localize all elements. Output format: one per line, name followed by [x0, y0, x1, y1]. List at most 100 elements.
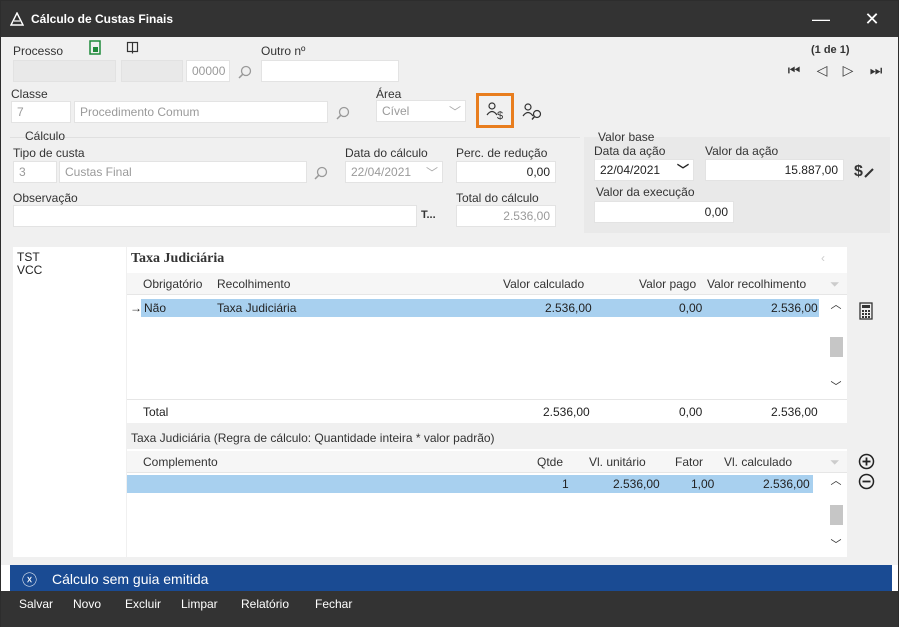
observacao-label: Observação	[13, 191, 78, 205]
data-calculo-label: Data do cálculo	[345, 146, 428, 160]
clear-button[interactable]: Limpar	[181, 597, 218, 611]
svg-text:$: $	[854, 163, 863, 180]
outro-input[interactable]	[261, 60, 399, 82]
area-select[interactable]: Cível ﹀	[376, 100, 466, 122]
scroll-down-icon[interactable]: ﹀	[827, 379, 845, 395]
cell-fator[interactable]: 1,00	[691, 477, 714, 491]
perc-reducao-input[interactable]: 0,00	[456, 161, 556, 183]
cell-vl-calculado[interactable]: 2.536,00	[763, 477, 810, 491]
svg-text:$: $	[497, 110, 503, 120]
next-record-icon[interactable]: ▷	[839, 61, 857, 79]
col-obrigatorio[interactable]: Obrigatório	[143, 277, 202, 291]
status-close-icon[interactable]: ⓧ	[22, 569, 37, 590]
window-title: Cálculo de Custas Finais	[31, 12, 174, 26]
new-button[interactable]: Novo	[73, 597, 101, 611]
save-button[interactable]: Salvar	[19, 597, 53, 611]
regra-scrollbar[interactable]: ︿ ﹀	[827, 473, 845, 555]
col-vl-unitario[interactable]: Vl. unitário	[589, 455, 646, 469]
total-recolhimento: 2.536,00	[771, 405, 818, 419]
col-valor-recolhimento[interactable]: Valor recolhimento	[707, 277, 806, 291]
delete-button[interactable]: Excluir	[125, 597, 161, 611]
total-pago: 0,00	[679, 405, 703, 419]
person-search-icon[interactable]	[522, 103, 544, 123]
tipo-name-input[interactable]: Custas Final	[59, 161, 307, 183]
remove-circle-icon[interactable]	[858, 473, 875, 490]
bottom-toolbar: Salvar Novo Excluir Limpar Relatório Fec…	[1, 591, 898, 627]
filter-icon[interactable]: ⏷	[830, 455, 840, 470]
person-money-icon: $	[486, 102, 503, 120]
observacao-input[interactable]	[13, 205, 417, 227]
col-valor-calculado[interactable]: Valor calculado	[503, 277, 584, 291]
classe-search-icon[interactable]	[335, 105, 351, 121]
tipo-code-input[interactable]: 3	[13, 161, 57, 183]
text-editor-button[interactable]: T...	[421, 209, 436, 221]
scroll-up-icon[interactable]: ︿	[827, 297, 845, 313]
main-window: Cálculo de Custas Finais — ✕ Processo Ou…	[0, 0, 899, 627]
cell-valor-pago[interactable]: 0,00	[679, 301, 702, 315]
add-circle-icon[interactable]	[858, 453, 875, 470]
processo-field-3[interactable]: 00000	[186, 60, 230, 82]
col-vl-calculado[interactable]: Vl. calculado	[724, 455, 792, 469]
col-complemento[interactable]: Complemento	[143, 455, 218, 469]
cell-vl-unitario[interactable]: 2.536,00	[613, 477, 660, 491]
scroll-thumb[interactable]	[830, 505, 843, 525]
scroll-up-icon[interactable]: ︿	[827, 473, 845, 489]
area-select-value: Cível	[382, 104, 410, 118]
filter-icon[interactable]: ⏷	[830, 277, 840, 292]
title-bar: Cálculo de Custas Finais — ✕	[1, 1, 898, 37]
scroll-thumb[interactable]	[830, 337, 843, 357]
scroll-down-icon[interactable]: ﹀	[827, 537, 845, 553]
valor-acao-input[interactable]: 15.887,00	[705, 159, 844, 181]
cell-obrigatorio[interactable]: Não	[144, 301, 166, 315]
col-recolhimento[interactable]: Recolhimento	[217, 277, 290, 291]
custas-list[interactable]: TST VCC	[13, 247, 126, 557]
calculator-icon[interactable]	[859, 302, 873, 320]
data-calculo-value: 22/04/2021	[351, 165, 412, 179]
processo-field-1[interactable]	[13, 60, 116, 82]
total-label: Total	[143, 405, 169, 419]
cell-valor-calculado[interactable]: 2.536,00	[545, 301, 592, 315]
list-item[interactable]: VCC	[13, 264, 126, 277]
col-fator[interactable]: Fator	[675, 455, 703, 469]
first-record-icon[interactable]: ⏮	[785, 61, 803, 79]
book-icon[interactable]	[126, 41, 139, 54]
close-form-button[interactable]: Fechar	[315, 597, 352, 611]
prev-record-icon[interactable]: ◁	[813, 61, 831, 79]
classe-code-input[interactable]: 7	[11, 101, 71, 123]
data-calculo-input[interactable]: 22/04/2021 ﹀	[345, 161, 443, 183]
minimize-button[interactable]: —	[801, 5, 841, 33]
classe-name-input[interactable]: Procedimento Comum	[74, 101, 328, 123]
perc-reducao-label: Perc. de redução	[456, 146, 548, 160]
taxa-grid-panel: Taxa Judiciária ‹ Obrigatório Recolhimen…	[127, 247, 847, 557]
record-counter: (1 de 1)	[811, 44, 850, 56]
close-button[interactable]: ✕	[852, 5, 892, 33]
calc-person-button[interactable]: $	[476, 93, 514, 128]
last-record-icon[interactable]: ⏭	[867, 61, 885, 79]
new-document-icon[interactable]	[88, 40, 102, 55]
date-chevron-icon: ﹀	[676, 163, 689, 177]
taxa-title: Taxa Judiciária	[131, 251, 225, 266]
total-calculo-value: 2.536,00	[456, 205, 556, 227]
collapse-left-icon[interactable]: ‹	[821, 251, 825, 265]
processo-label: Processo	[13, 44, 64, 58]
processo-field-2[interactable]	[121, 60, 183, 82]
valor-acao-label: Valor da ação	[705, 144, 779, 158]
processo-search-icon[interactable]	[237, 64, 253, 80]
col-qtde[interactable]: Qtde	[537, 455, 563, 469]
report-button[interactable]: Relatório	[241, 597, 289, 611]
money-edit-icon[interactable]: $	[852, 159, 876, 181]
valor-execucao-input[interactable]: 0,00	[594, 201, 734, 223]
taxa-scrollbar[interactable]: ︿ ﹀	[827, 297, 845, 397]
tipo-search-icon[interactable]	[313, 165, 329, 181]
cell-valor-recolhimento[interactable]: 2.536,00	[771, 301, 818, 315]
total-calculo-label: Total do cálculo	[456, 191, 539, 205]
valor-base-section-label: Valor base	[598, 130, 655, 144]
data-acao-input[interactable]: 22/04/2021 ﹀	[594, 159, 694, 181]
outro-label: Outro nº	[261, 44, 306, 58]
col-valor-pago[interactable]: Valor pago	[639, 277, 696, 291]
chevron-down-icon: ﹀	[448, 105, 461, 119]
cell-qtde[interactable]: 1	[562, 477, 569, 491]
cell-recolhimento[interactable]: Taxa Judiciária	[217, 301, 296, 315]
data-acao-value: 22/04/2021	[600, 163, 661, 177]
valor-execucao-label: Valor da execução	[596, 185, 695, 199]
